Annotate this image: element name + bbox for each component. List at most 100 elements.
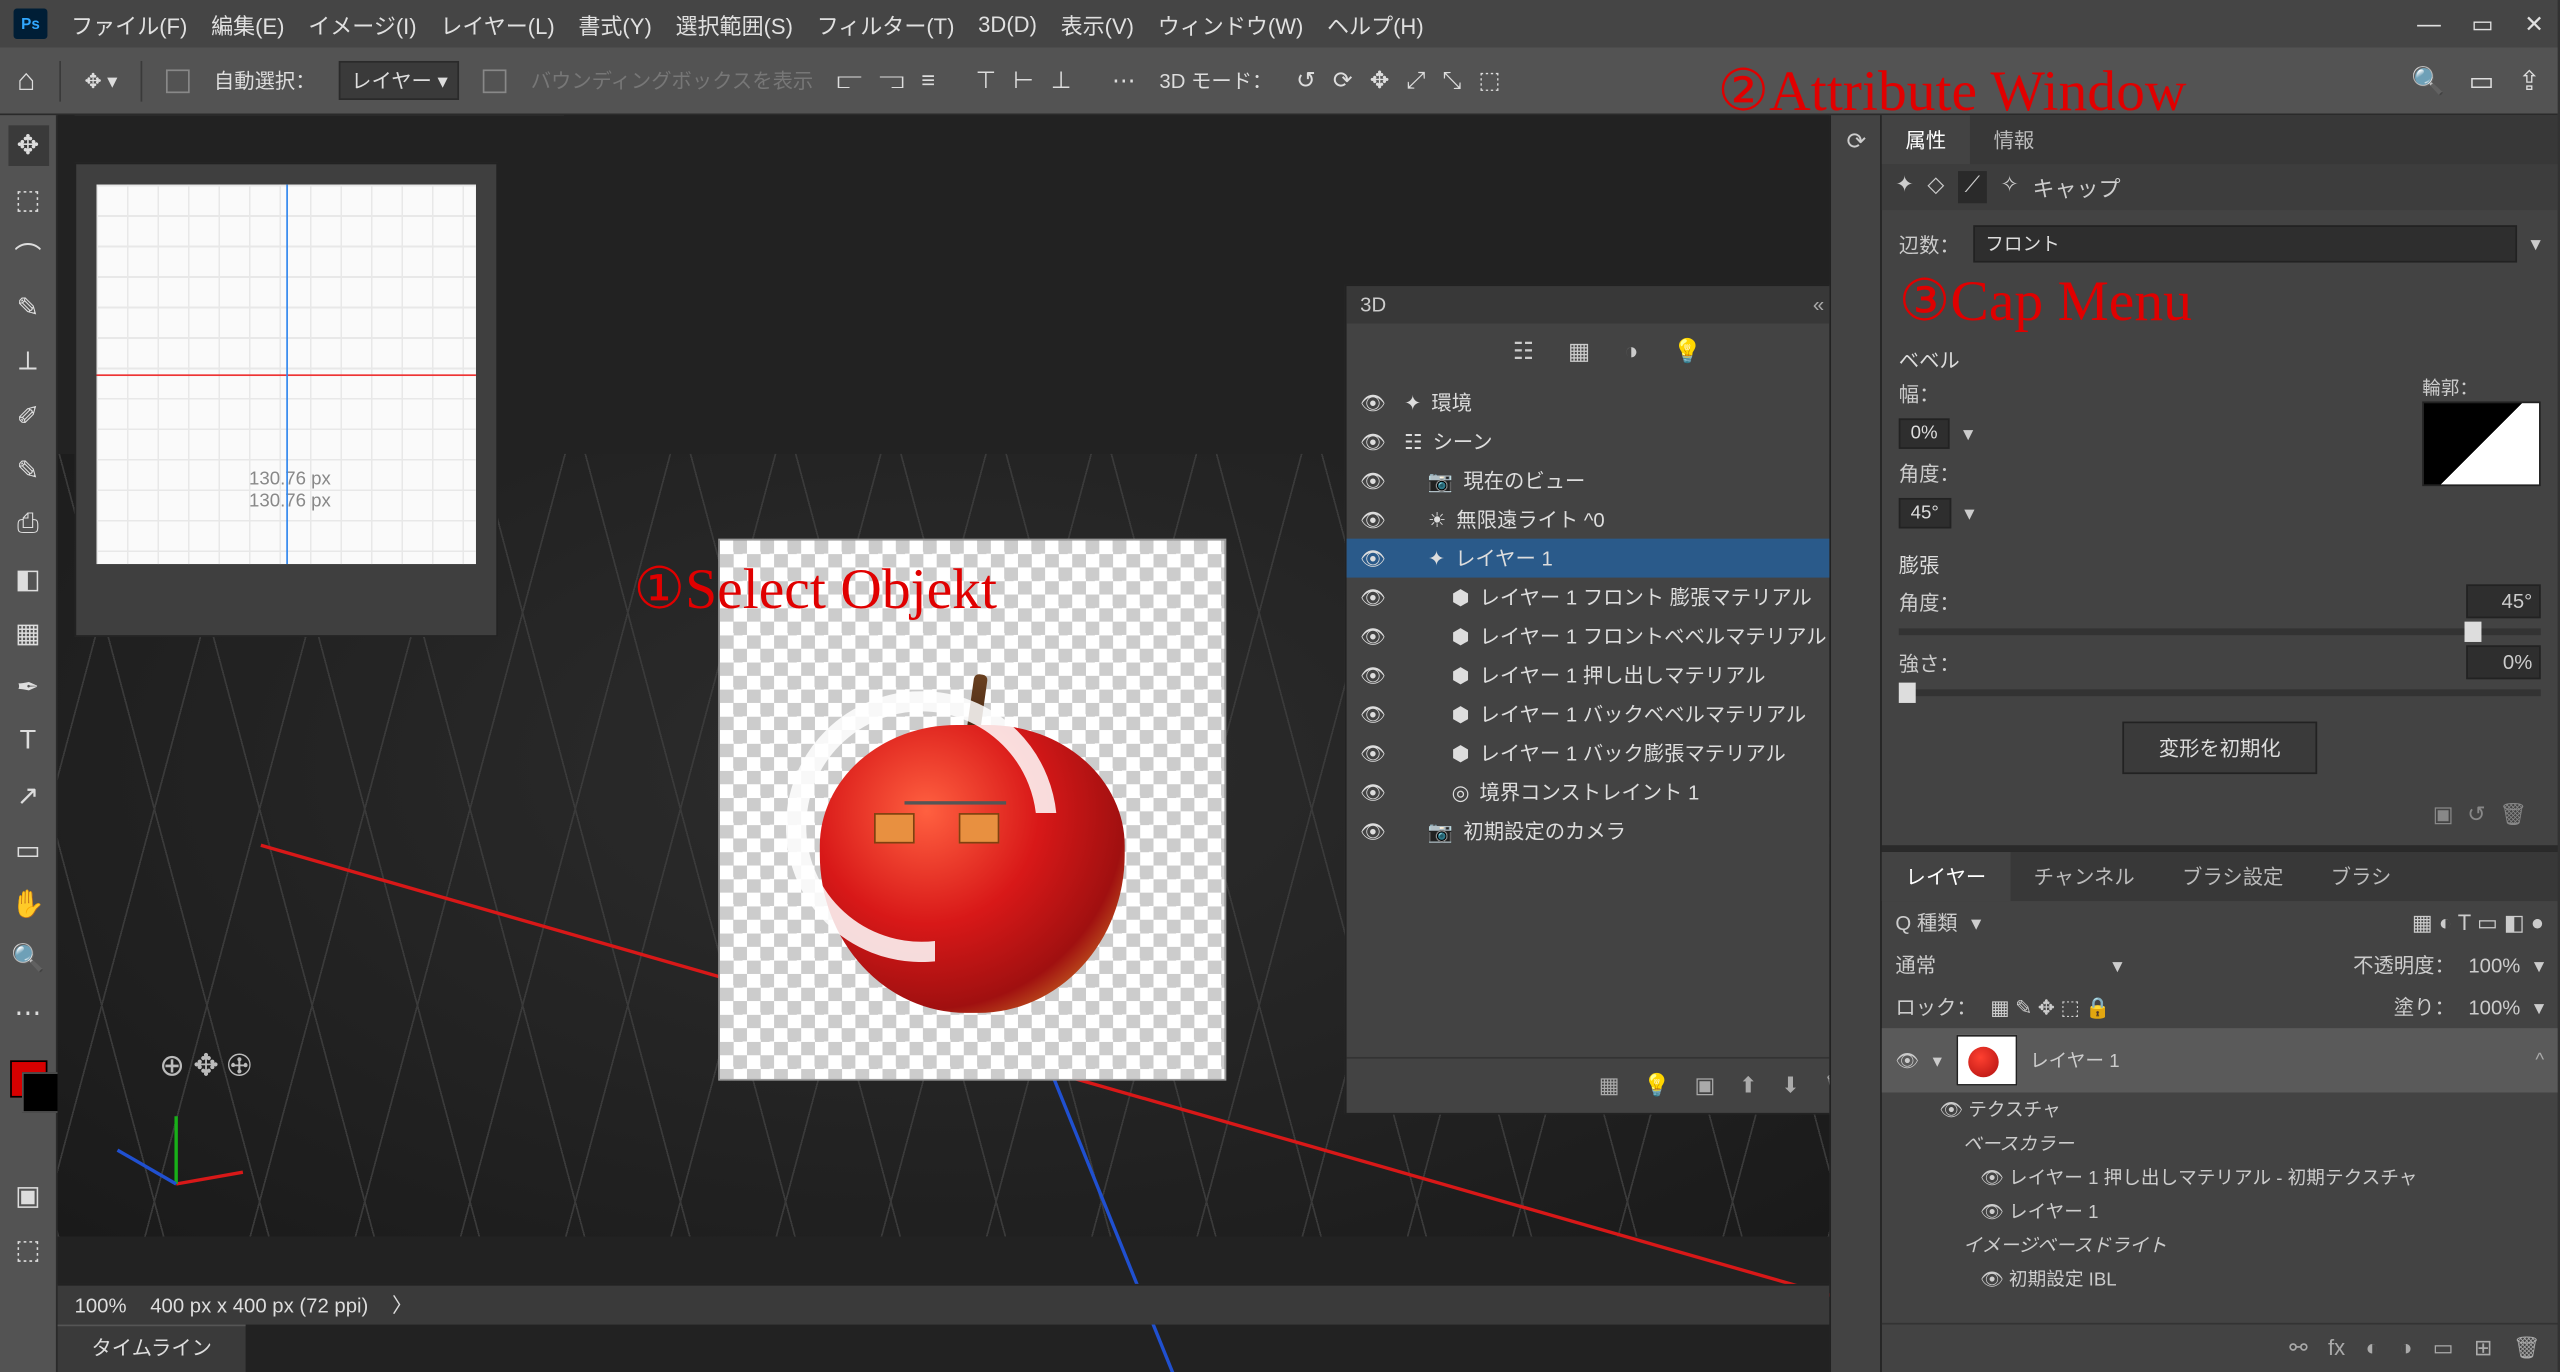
marquee-tool[interactable]: ⬚ (8, 180, 49, 221)
layer-thumbnail[interactable] (1956, 1035, 2017, 1086)
link-layers-icon[interactable]: ⚯ (2289, 1335, 2307, 1362)
reset-transform-button[interactable]: 変形を初期化 (2123, 722, 2316, 775)
gradient-tool[interactable]: ▦ (8, 613, 49, 654)
menu-view[interactable]: 表示(V) (1061, 8, 1134, 40)
panel3d-trash-icon[interactable]: 🗑 (1823, 1072, 1829, 1099)
more-tools[interactable]: ⋯ (8, 993, 49, 1034)
layer-fx-icon[interactable]: fx (2328, 1335, 2345, 1362)
view-mode-icons[interactable]: ⊕ ✥ 🕀 (159, 1048, 251, 1084)
menu-3d[interactable]: 3D(D) (978, 11, 1037, 36)
menu-type[interactable]: 書式(Y) (578, 8, 651, 40)
panelview-icon[interactable]: ▭ (2469, 64, 2495, 98)
brush-tool[interactable]: ✎ (8, 451, 49, 492)
scene-node[interactable]: 👁✦環境 (1347, 383, 1830, 422)
home-icon[interactable]: ⌂ (17, 63, 35, 99)
strength-value[interactable]: 0% (2466, 645, 2541, 679)
type-tool[interactable]: T (8, 722, 49, 763)
scene-node[interactable]: 👁⬢レイヤー 1 押し出しマテリアル (1347, 656, 1830, 695)
filter-light-icon[interactable]: 💡 (1672, 337, 1702, 366)
scene-node[interactable]: 👁📷現在のビュー (1347, 461, 1830, 500)
pen-tool[interactable]: ✒ (8, 667, 49, 708)
bbox-checkbox[interactable] (483, 69, 507, 93)
filter-material-icon[interactable]: ◑ (1624, 337, 1638, 366)
eyedropper-tool[interactable]: ✐ (8, 396, 49, 437)
stamp-tool[interactable]: ⎙ (8, 505, 49, 546)
panel-3d[interactable]: 3D «✕ ☷ ▦ ◑ 💡 👁✦環境👁☷シーン👁📷現在のビュー👁☀無限遠ライト … (1345, 285, 1829, 1115)
width-dropdown[interactable]: 0% (1899, 418, 1950, 448)
panel3d-new-icon[interactable]: ▦ (1599, 1072, 1620, 1099)
blend-mode-dropdown[interactable]: 通常 (1895, 950, 2098, 979)
zoom-level[interactable]: 100% (75, 1293, 127, 1317)
menu-file[interactable]: ファイル(F) (71, 8, 187, 40)
auto-select-checkbox[interactable] (166, 69, 190, 93)
auto-select-dropdown[interactable]: レイヤー ▾ (339, 61, 459, 100)
panel3d-render-icon[interactable]: ⬆ (1739, 1072, 1757, 1099)
props-reset-icon[interactable]: ↺ (2467, 801, 2485, 828)
layer-name[interactable]: レイヤー 1 (2030, 1047, 2120, 1074)
layer-group-icon[interactable]: ▭ (2433, 1335, 2454, 1362)
navigator-panel[interactable]: 130.76 px 130.76 px (75, 163, 498, 637)
filter-scene-icon[interactable]: ☷ (1513, 337, 1534, 366)
menu-window[interactable]: ウィンドウ(W) (1158, 8, 1304, 40)
menu-select[interactable]: 選択範囲(S) (676, 8, 793, 40)
contour-picker[interactable] (2422, 401, 2541, 486)
prop-mesh-icon[interactable]: ✦ (1895, 171, 1913, 203)
scene-node[interactable]: 👁📷初期設定のカメラ (1347, 811, 1830, 850)
timeline-tab[interactable]: タイムライン (58, 1325, 246, 1372)
layer-row[interactable]: 👁 ▾ レイヤー 1 ^ (1882, 1028, 2558, 1092)
angle-dropdown[interactable]: 45° (1899, 498, 1951, 528)
layer-filter-icons[interactable]: ▦ ◐ T ▭ ◧ ● (2412, 909, 2544, 936)
move-tool[interactable]: ✥ (8, 125, 49, 166)
menu-layer[interactable]: レイヤー(L) (440, 8, 554, 40)
tab-brushes[interactable]: ブラシ (2307, 852, 2415, 901)
lock-icons[interactable]: ▦ ✎ ✥ ⬚ 🔒 (1990, 995, 2110, 1019)
props-render-icon[interactable]: ▣ (2433, 801, 2454, 828)
delete-layer-icon[interactable]: 🗑 (2513, 1335, 2541, 1362)
scene-node[interactable]: 👁⬢レイヤー 1 バック膨張マテリアル (1347, 733, 1830, 772)
gizmo-handle[interactable] (959, 813, 1000, 843)
scene-node[interactable]: 👁☷シーン (1347, 422, 1830, 461)
path-tool[interactable]: ↗ (8, 776, 49, 817)
menu-filter[interactable]: フィルター(T) (817, 8, 955, 40)
layer-kind-filter[interactable]: Q 種類 (1895, 908, 1957, 937)
color-swatch[interactable] (9, 1060, 46, 1097)
lasso-tool[interactable]: ⌒ (8, 234, 49, 275)
inflate-angle-value[interactable]: 45° (2466, 584, 2541, 618)
mode3d-icons[interactable]: ↺⟳✥⤢⤡⬚ (1296, 66, 1501, 95)
prop-cap-icon[interactable]: ⟋ (1958, 171, 1987, 203)
shape-tool[interactable]: ▭ (8, 830, 49, 871)
align-icons[interactable]: ⫍⫎≡ ⊤⊢⊥ ⋯ (837, 66, 1136, 95)
window-minimize[interactable]: — (2417, 9, 2441, 38)
layer-mask-icon[interactable]: ◐ (2366, 1335, 2379, 1362)
strength-slider[interactable] (1899, 689, 2541, 696)
panel3d-light-icon[interactable]: 💡 (1643, 1072, 1670, 1099)
share-icon[interactable]: ⇪ (2518, 64, 2541, 98)
inflate-angle-slider[interactable] (1899, 628, 2541, 635)
eraser-tool[interactable]: ◧ (8, 559, 49, 600)
filter-mesh-icon[interactable]: ▦ (1568, 337, 1590, 366)
hand-tool[interactable]: ✋ (8, 884, 49, 925)
tab-channels[interactable]: チャンネル (2010, 852, 2158, 901)
gizmo-handle[interactable] (874, 813, 915, 843)
panel3d-cam-icon[interactable]: ▣ (1694, 1072, 1715, 1099)
quickselect-tool[interactable]: ✎ (8, 288, 49, 329)
opacity-value[interactable]: 100% (2468, 953, 2520, 977)
prop-coord-icon[interactable]: ✧ (2000, 171, 2018, 203)
sides-dropdown[interactable]: フロント (1973, 225, 2517, 262)
panel-collapse-icon[interactable]: « (1813, 293, 1824, 317)
new-layer-icon[interactable]: ⊞ (2474, 1335, 2492, 1362)
scene-node[interactable]: 👁⬢レイヤー 1 バックベベルマテリアル (1347, 694, 1830, 733)
collapsed-panels[interactable]: ⟳ (1829, 115, 1880, 1372)
quickmask-tool[interactable]: ▣ (8, 1176, 49, 1217)
window-maximize[interactable]: ▭ (2471, 9, 2493, 38)
layer-visibility-icon[interactable]: 👁 (1895, 1049, 1919, 1071)
tab-layers[interactable]: レイヤー (1882, 852, 2010, 901)
zoom-tool[interactable]: 🔍 (8, 938, 49, 979)
scene-node[interactable]: 👁⬢レイヤー 1 フロントベベルマテリアル (1347, 617, 1830, 656)
move-tool-icon[interactable]: ✥ ▾ (84, 69, 117, 93)
props-trash-icon[interactable]: 🗑 (2499, 801, 2527, 828)
tab-brushsettings[interactable]: ブラシ設定 (2158, 852, 2307, 901)
adjustment-layer-icon[interactable]: ◑ (2399, 1335, 2412, 1362)
menu-help[interactable]: ヘルプ(H) (1327, 8, 1424, 40)
scene-node[interactable]: 👁✦レイヤー 1 (1347, 539, 1830, 578)
